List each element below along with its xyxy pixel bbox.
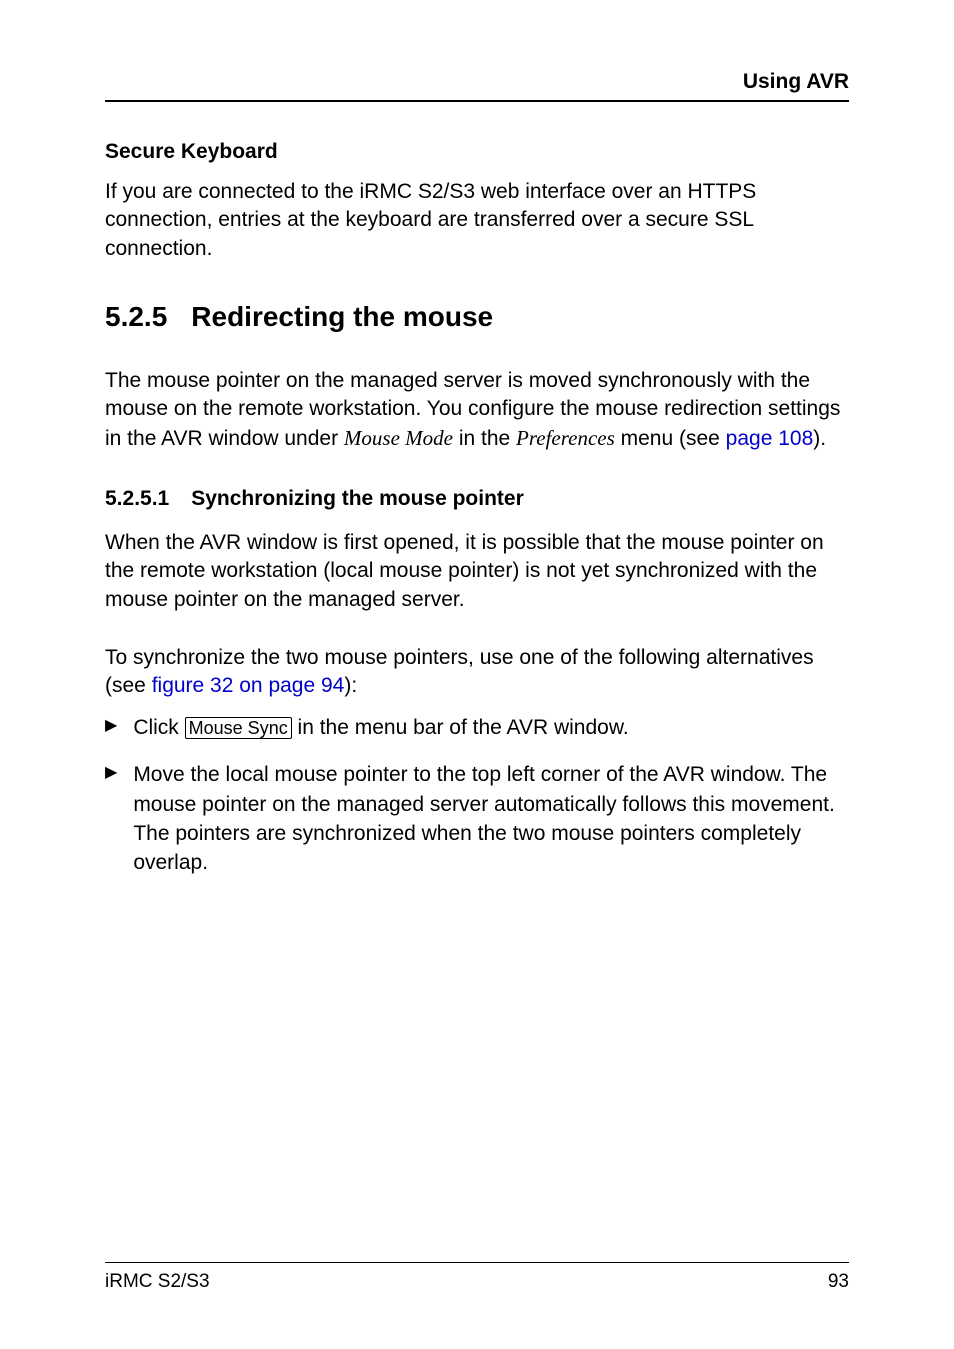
section-number: 5.2.5 (105, 301, 167, 333)
footer-page-number: 93 (828, 1271, 849, 1293)
subsection-p1: When the AVR window is first opened, it … (105, 529, 849, 614)
bullet2-text: Move the local mouse pointer to the top … (133, 763, 835, 874)
section-intro-post1: menu (see (615, 427, 726, 450)
running-header: Using AVR (105, 70, 849, 102)
section-intro-para: The mouse pointer on the managed server … (105, 367, 849, 453)
link-page-108[interactable]: page 108 (726, 427, 814, 450)
para-text: If you are connected to the iRMC S2/S3 w… (105, 180, 756, 260)
running-header-text: Using AVR (743, 70, 849, 93)
bullet1-pre: Click (133, 716, 184, 739)
bullet-list: ▶ Click Mouse Sync in the menu bar of th… (105, 713, 849, 878)
triangle-right-icon: ▶ (105, 760, 117, 878)
subsection-p1-text: When the AVR window is first opened, it … (105, 531, 824, 611)
section-intro-mid: in the (453, 427, 516, 450)
preferences-italic: Preferences (516, 426, 615, 450)
section-heading: 5.2.5 Redirecting the mouse (105, 301, 849, 333)
bullet-content: Click Mouse Sync in the menu bar of the … (133, 713, 628, 742)
subsection-title: Synchronizing the mouse pointer (191, 487, 524, 511)
subsection-number: 5.2.5.1 (105, 487, 169, 511)
list-item: ▶ Click Mouse Sync in the menu bar of th… (105, 713, 849, 742)
footer-left: iRMC S2/S3 (105, 1271, 210, 1293)
subsection-heading: 5.2.5.1 Synchronizing the mouse pointer (105, 487, 849, 511)
sub-heading-secure-keyboard: Secure Keyboard (105, 140, 849, 164)
mouse-mode-italic: Mouse Mode (344, 426, 453, 450)
triangle-right-icon: ▶ (105, 713, 117, 742)
footer: iRMC S2/S3 93 (105, 1262, 849, 1293)
page: Using AVR Secure Keyboard If you are con… (0, 0, 954, 1349)
bullet-content: Move the local mouse pointer to the top … (133, 760, 849, 878)
link-figure-32[interactable]: figure 32 on page 94 (152, 674, 345, 697)
section-title: Redirecting the mouse (191, 301, 493, 333)
subsection-p2: To synchronize the two mouse pointers, u… (105, 644, 849, 701)
section-intro-post2: ). (813, 427, 826, 450)
list-item: ▶ Move the local mouse pointer to the to… (105, 760, 849, 878)
bullet1-post: in the menu bar of the AVR window. (292, 716, 629, 739)
para-secure-keyboard: If you are connected to the iRMC S2/S3 w… (105, 178, 849, 263)
mouse-sync-button-label: Mouse Sync (185, 717, 292, 740)
subsection-p2-post: ): (344, 674, 357, 697)
sub-heading-text: Secure Keyboard (105, 140, 278, 163)
